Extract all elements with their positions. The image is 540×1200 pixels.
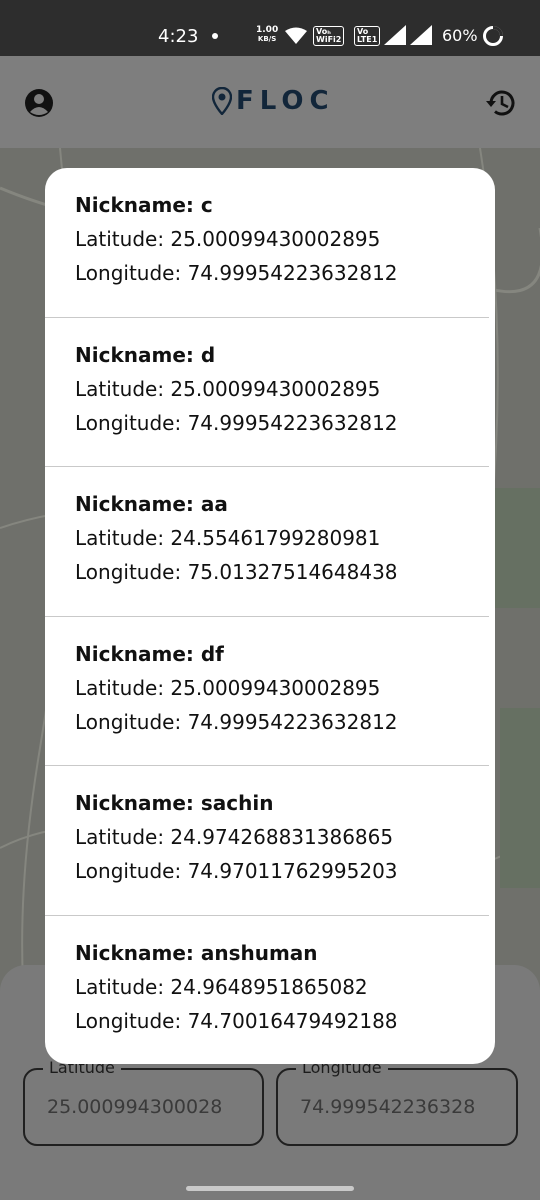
location-longitude: Longitude: 74.97011762995203	[75, 859, 398, 883]
location-latitude: Latitude: 24.9648951865082	[75, 974, 368, 999]
signal-icon-2	[410, 25, 432, 45]
location-nickname: Nickname: c	[75, 193, 213, 217]
location-nickname: Nickname: anshuman	[75, 940, 318, 965]
gesture-nav-handle[interactable]	[186, 1186, 354, 1191]
location-longitude: Longitude: 74.99954223632812	[75, 261, 398, 285]
volte-wifi-badge: Voₕ WiFi2	[313, 26, 345, 46]
latitude-field[interactable]: Latitude 25.000994300028	[23, 1058, 264, 1146]
network-speed: 1.00 KB/S	[256, 26, 278, 44]
location-nickname: Nickname: df	[75, 641, 224, 666]
location-longitude: Longitude: 74.99954223632812	[75, 410, 398, 435]
app-title: FLOC	[236, 86, 335, 116]
location-item[interactable]: Nickname: d Latitude: 25.00099430002895 …	[45, 318, 489, 467]
location-item[interactable]: Nickname: df Latitude: 25.00099430002895…	[45, 617, 489, 766]
location-item[interactable]: Nickname: c Latitude: 25.00099430002895 …	[45, 168, 489, 318]
location-latitude: Latitude: 24.974268831386865	[75, 825, 394, 849]
location-latitude: Latitude: 25.00099430002895	[75, 376, 381, 401]
saved-locations-dialog: Nickname: c Latitude: 25.00099430002895 …	[45, 168, 495, 1064]
location-latitude: Latitude: 25.00099430002895	[75, 675, 381, 700]
location-item[interactable]: Nickname: aa Latitude: 24.55461799280981…	[45, 467, 489, 617]
location-nickname: Nickname: sachin	[75, 791, 274, 815]
account-circle-icon[interactable]	[24, 88, 54, 118]
history-icon[interactable]	[484, 86, 518, 120]
location-nickname: Nickname: d	[75, 342, 216, 367]
app-bar: FLOC	[0, 56, 540, 148]
wifi-icon	[285, 27, 307, 44]
location-latitude: Latitude: 24.55461799280981	[75, 526, 381, 550]
latitude-value: 25.000994300028	[47, 1096, 223, 1118]
location-item[interactable]: Nickname: sachin Latitude: 24.9742688313…	[45, 766, 489, 916]
battery-percent: 60%	[442, 26, 478, 45]
volte-lte-badge: Vo LTE1	[354, 26, 381, 46]
location-pin-icon	[212, 87, 232, 115]
battery-ring-icon	[483, 26, 503, 46]
notification-dot-icon	[212, 33, 218, 39]
network-speed-unit: KB/S	[257, 35, 277, 43]
location-longitude: Longitude: 74.70016479492188	[75, 1008, 398, 1033]
location-longitude: Longitude: 75.01327514648438	[75, 560, 398, 584]
location-item[interactable]: Nickname: anshuman Latitude: 24.96489518…	[45, 916, 489, 1065]
location-longitude: Longitude: 74.99954223632812	[75, 709, 398, 734]
status-time: 4:23	[158, 26, 199, 47]
signal-icon-1	[384, 25, 406, 45]
longitude-value: 74.999542236328	[300, 1096, 476, 1118]
location-latitude: Latitude: 25.00099430002895	[75, 227, 381, 251]
status-bar: 4:23 1.00 KB/S Voₕ WiFi2 Vo LTE1 60%	[0, 0, 540, 56]
location-nickname: Nickname: aa	[75, 492, 228, 516]
volte-lte-bottom: LTE1	[357, 35, 378, 44]
app-logo: FLOC	[212, 86, 335, 116]
volte-wifi-bottom: WiFi2	[316, 35, 342, 44]
network-speed-value: 1.00	[256, 25, 279, 35]
longitude-field[interactable]: Longitude 74.999542236328	[276, 1058, 518, 1146]
